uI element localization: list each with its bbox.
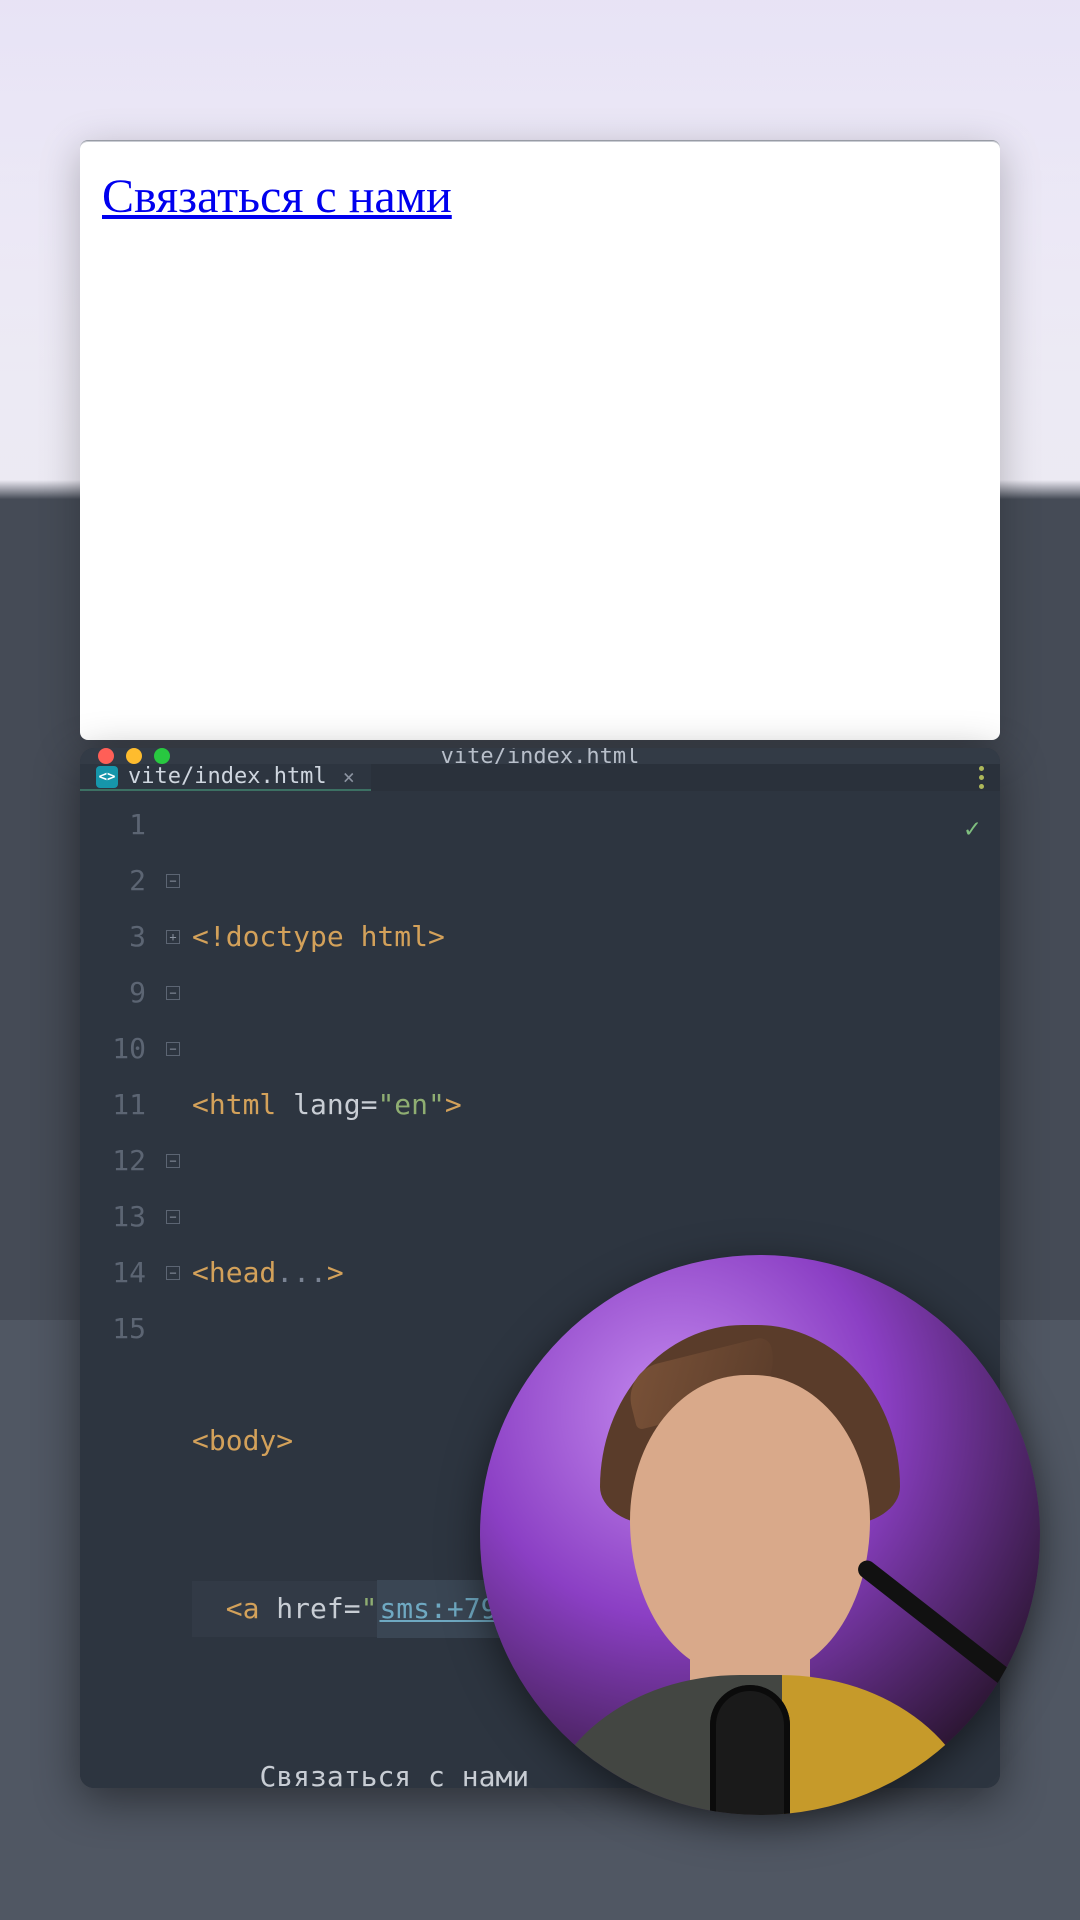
tab-index-html[interactable]: <> vite/index.html × — [80, 764, 371, 791]
webcam-overlay — [480, 1255, 1040, 1815]
close-tab-icon[interactable]: × — [343, 765, 355, 789]
tab-bar: <> vite/index.html × — [80, 764, 1000, 791]
fold-icon[interactable]: − — [166, 1210, 180, 1224]
browser-window: Связаться с нами — [80, 140, 1000, 740]
line-numbers: 1 2 3 9 10 11 12 13 14 15 — [80, 791, 160, 1788]
more-menu-icon[interactable] — [979, 764, 984, 791]
fold-icon[interactable]: + — [166, 930, 180, 944]
editor-titlebar: vite/index.html — [80, 748, 1000, 764]
tab-label: vite/index.html — [128, 764, 327, 789]
fold-icon[interactable]: − — [166, 1042, 180, 1056]
checkmark-icon: ✓ — [964, 801, 980, 857]
fold-icon[interactable]: − — [166, 1154, 180, 1168]
screen: Связаться с нами vite/index.html <> vite… — [0, 0, 1080, 1920]
html-file-icon: <> — [96, 766, 118, 788]
contact-link[interactable]: Связаться с нами — [102, 169, 452, 224]
fold-icon[interactable]: − — [166, 874, 180, 888]
fold-icon[interactable]: − — [166, 986, 180, 1000]
fold-icon[interactable]: − — [166, 1266, 180, 1280]
microphone-icon — [710, 1685, 790, 1815]
fold-column: − + − − − − − — [160, 791, 186, 1788]
